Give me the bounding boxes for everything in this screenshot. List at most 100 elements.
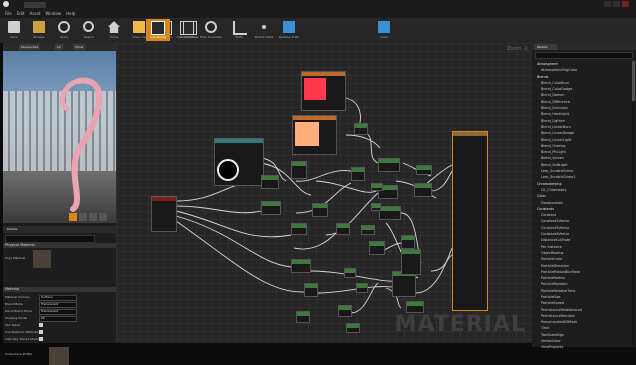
math-node[interactable] <box>351 167 365 181</box>
details-tab[interactable]: Details <box>7 227 17 231</box>
math-node[interactable] <box>296 311 310 323</box>
math-node[interactable] <box>378 158 400 172</box>
menu-asset[interactable]: Asset <box>29 11 40 16</box>
minimize-button[interactable] <box>604 1 611 7</box>
viewport-toolbar: Perspective Lit Show <box>3 43 116 51</box>
preview-cube-button[interactable] <box>79 213 87 221</box>
menu-help[interactable]: Help <box>66 11 75 16</box>
perspective-tab[interactable]: Perspective <box>19 44 41 50</box>
level-icon <box>378 21 390 33</box>
document-tab[interactable] <box>24 2 46 8</box>
math-node[interactable] <box>261 201 281 215</box>
level-button[interactable]: Level <box>373 19 395 41</box>
menu-window[interactable]: Window <box>45 11 61 16</box>
material-graph[interactable]: Zoom -1 MATERIAL <box>116 43 532 343</box>
title-bar <box>0 0 636 9</box>
two-sided-checkbox[interactable] <box>39 323 43 327</box>
stats-icon <box>233 21 247 35</box>
menu-edit[interactable]: Edit <box>17 11 25 16</box>
math-node[interactable] <box>312 203 328 217</box>
phys-material-thumbnail[interactable] <box>33 250 51 268</box>
details-section-material[interactable]: Material <box>3 287 116 292</box>
use-material-attributes-checkbox[interactable] <box>39 330 43 334</box>
math-node[interactable] <box>361 225 375 235</box>
texture-preview <box>217 159 239 181</box>
toolbar: Save Browse Apply Search Home Clean Up C… <box>0 18 636 44</box>
lit-tab[interactable]: Lit <box>55 44 63 50</box>
math-node[interactable] <box>261 175 279 189</box>
palette-search-input[interactable] <box>535 52 633 59</box>
menu-file[interactable]: File <box>5 11 12 16</box>
zoom-label: Zoom -1 <box>507 46 528 52</box>
details-row: Material Domain Surface <box>5 294 115 301</box>
math-node[interactable] <box>406 301 424 313</box>
math-node[interactable] <box>338 305 352 317</box>
live-update-button[interactable]: Live Update <box>175 19 197 41</box>
stats-button[interactable]: Stats <box>228 19 250 41</box>
math-node[interactable] <box>371 203 381 211</box>
search-button[interactable]: Search <box>78 19 100 41</box>
material-output-node[interactable] <box>452 131 488 311</box>
math-node[interactable] <box>416 165 432 175</box>
scrollbar-thumb[interactable] <box>632 61 635 101</box>
details-row: Cast Ray Traced Shadows <box>5 337 44 341</box>
cast-ray-traced-shadows-checkbox[interactable] <box>39 337 43 341</box>
math-node[interactable] <box>346 323 360 333</box>
browse-button[interactable]: Browse <box>28 19 50 41</box>
details-row: Two Sided <box>5 322 115 328</box>
math-node[interactable] <box>291 223 307 235</box>
math-node[interactable] <box>291 161 307 179</box>
details-row: Shading Model Lit <box>5 315 115 322</box>
scalar-parameter-node[interactable] <box>151 196 177 232</box>
subsurface-profile-thumbnail[interactable] <box>49 347 69 365</box>
math-node[interactable] <box>379 206 401 220</box>
release-stats-icon <box>283 21 295 33</box>
math-node[interactable] <box>371 183 383 191</box>
left-panel: Perspective Lit Show Details Physical Ma… <box>3 43 116 365</box>
math-node[interactable] <box>356 283 368 293</box>
details-section-physical-material[interactable]: Physical Material <box>3 243 116 248</box>
home-icon <box>108 21 120 33</box>
texture-sample-node[interactable] <box>214 138 264 186</box>
show-tab[interactable]: Show <box>73 44 86 50</box>
color-parameter-node-red[interactable] <box>301 71 346 111</box>
math-node[interactable] <box>336 223 350 235</box>
math-node[interactable] <box>344 268 356 278</box>
math-node[interactable] <box>414 183 432 197</box>
color-parameter-node-peach[interactable] <box>292 115 337 155</box>
palette-item[interactable]: ViewProperty <box>537 344 629 350</box>
details-row: Phys Material <box>5 250 115 268</box>
details-row: Decal Blend Mode Translucent <box>5 308 115 315</box>
palette-tab-bar: Palette <box>532 43 636 50</box>
palette-tab[interactable]: Palette <box>535 44 557 50</box>
details-row: Subsurface Profile <box>5 347 115 365</box>
math-node[interactable] <box>369 241 385 255</box>
save-icon <box>8 21 20 33</box>
preview-sphere-button[interactable] <box>69 213 77 221</box>
live-nodes-icon <box>151 21 165 35</box>
live-nodes-button[interactable]: Live Nodes <box>146 19 170 41</box>
menu-bar: File Edit Asset Window Help <box>0 9 636 18</box>
preview-plane-button[interactable] <box>89 213 97 221</box>
palette-scrollbar[interactable] <box>632 61 635 347</box>
math-node[interactable] <box>304 283 318 297</box>
math-node[interactable] <box>401 249 421 275</box>
preview-cylinder-button[interactable] <box>99 213 107 221</box>
palette-panel: Palette Atmosphere AtmosphericFogColor Ble… <box>532 43 636 350</box>
details-row: Blend Mode Translucent <box>5 301 115 308</box>
math-node[interactable] <box>354 123 368 135</box>
math-node[interactable] <box>291 259 311 273</box>
apply-icon <box>58 21 70 33</box>
details-search-input[interactable] <box>5 235 95 243</box>
maximize-button[interactable] <box>613 1 620 7</box>
apply-button[interactable]: Apply <box>53 19 75 41</box>
home-button[interactable]: Home <box>103 19 125 41</box>
mobile-stats-button[interactable]: Mobile Stats <box>253 19 275 41</box>
release-stats-button[interactable]: Release Stats <box>278 19 300 41</box>
preview-viewport[interactable] <box>3 51 116 223</box>
hide-unrelated-button[interactable]: Hide Unrelated <box>200 19 222 41</box>
math-node[interactable] <box>401 235 415 249</box>
close-button[interactable] <box>622 1 629 7</box>
save-button[interactable]: Save <box>3 19 25 41</box>
browse-icon <box>33 21 45 33</box>
